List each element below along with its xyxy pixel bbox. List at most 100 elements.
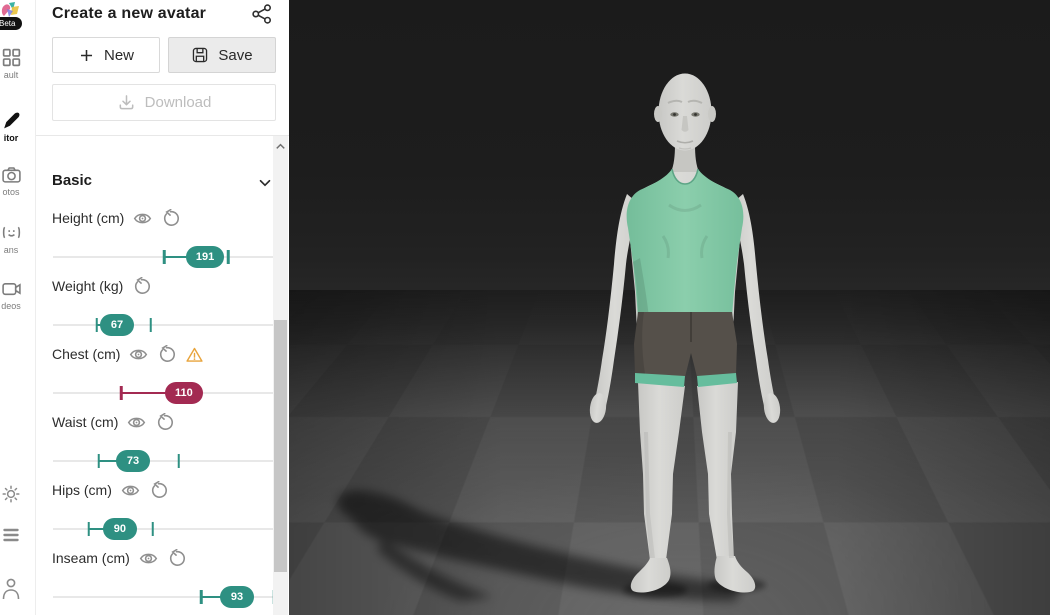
avatar-shadow	[337, 490, 766, 601]
slider-header-waist: Waist (cm)	[52, 412, 174, 432]
slider-track-height[interactable]: 191	[53, 246, 276, 268]
reset-icon-glyph	[135, 276, 151, 294]
reset-icon-glyph	[151, 480, 167, 498]
visibility-toggle-icon[interactable]	[121, 481, 140, 500]
account-button[interactable]	[0, 576, 35, 600]
avatar-creator-app: Beta ault itor otos ans deos Create a ne…	[0, 0, 1050, 615]
download-button-label: Download	[144, 94, 212, 111]
sidebar-item-scans[interactable]: ans	[0, 222, 35, 255]
eye-icon-glyph	[121, 485, 140, 495]
sidebar-item-photos[interactable]: otos	[0, 164, 35, 197]
reset-icon[interactable]	[155, 412, 174, 432]
slider-track-inseam[interactable]: 93	[53, 586, 276, 608]
camera-icon	[1, 167, 21, 183]
slider-value-pill[interactable]: 90	[102, 518, 137, 540]
warning-icon	[185, 345, 204, 364]
slider-rail	[53, 324, 276, 326]
share-icon	[252, 4, 272, 24]
reset-icon-glyph	[158, 412, 174, 430]
range-max-tick	[177, 454, 181, 468]
download-button[interactable]: Download	[52, 84, 276, 121]
download-icon	[119, 95, 134, 110]
sidebar-item-vault[interactable]: ault	[0, 47, 35, 80]
slider-rail	[53, 528, 276, 530]
slider-label: Hips (cm)	[52, 482, 112, 498]
avatar-model[interactable]	[289, 0, 1050, 615]
slider-header-chest: Chest (cm)	[52, 344, 204, 364]
page-title: Create a new avatar	[52, 5, 207, 22]
3d-viewport[interactable]	[289, 0, 1050, 615]
scrollbar-thumb[interactable]	[274, 320, 287, 572]
share-button[interactable]	[251, 3, 273, 25]
eye-icon-glyph	[128, 417, 146, 427]
chevron-down-icon	[259, 179, 271, 187]
sidebar-item-label: ans	[3, 245, 19, 255]
save-icon	[193, 47, 208, 63]
reset-icon-glyph	[160, 344, 176, 362]
visibility-toggle-icon[interactable]	[133, 209, 152, 228]
sidebar-item-label: itor	[3, 133, 19, 143]
list-icon	[3, 528, 19, 542]
range-max-tick	[151, 522, 155, 536]
sidebar-item-editor[interactable]: itor	[0, 110, 35, 143]
editor-panel: Create a new avatar New Save Download Ba…	[36, 0, 289, 615]
slider-track-waist[interactable]: 73	[53, 450, 276, 472]
slider-track-hips[interactable]: 90	[53, 518, 276, 540]
save-button[interactable]: Save	[168, 37, 276, 73]
beta-badge: Beta	[0, 17, 23, 30]
slider-value-pill[interactable]: 73	[116, 450, 151, 472]
range-max-tick	[226, 250, 230, 264]
eye-icon-glyph	[130, 349, 148, 359]
slider-label: Weight (kg)	[52, 278, 124, 294]
save-button-label: Save	[218, 46, 253, 64]
person-icon	[2, 578, 20, 600]
grid-icon	[2, 48, 20, 67]
slider-header-hips: Hips (cm)	[52, 480, 168, 500]
slider-label: Height (cm)	[52, 210, 125, 226]
slider-label: Chest (cm)	[52, 346, 121, 362]
section-title-basic: Basic	[52, 172, 93, 189]
collapse-section-button[interactable]	[256, 174, 274, 192]
scrollbar-up-arrow[interactable]	[273, 139, 288, 154]
slider-track-weight[interactable]: 67	[53, 314, 276, 336]
reset-icon[interactable]	[167, 548, 186, 568]
slider-value-pill[interactable]: 93	[219, 586, 254, 608]
slider-header-weight: Weight (kg)	[52, 276, 151, 296]
reset-icon[interactable]	[132, 276, 151, 296]
slider-track-chest[interactable]: 110	[53, 382, 276, 404]
sidebar-item-videos[interactable]: deos	[0, 278, 35, 311]
reset-icon[interactable]	[161, 208, 180, 228]
eye-icon-glyph	[139, 553, 158, 563]
slider-value-pill[interactable]: 191	[186, 246, 225, 268]
sidebar-item-label: otos	[2, 187, 20, 197]
header-divider	[36, 135, 289, 136]
new-button[interactable]: New	[52, 37, 160, 73]
slider-label: Inseam (cm)	[52, 550, 130, 566]
sun-icon	[2, 485, 20, 503]
menu-list-button[interactable]	[0, 524, 35, 544]
range-max-tick	[149, 318, 153, 332]
slider-header-height: Height (cm)	[52, 208, 180, 228]
sidebar-item-label: deos	[1, 301, 21, 311]
warning-icon-glyph	[186, 347, 204, 362]
video-camera-icon	[1, 282, 21, 296]
brightness-toggle[interactable]	[0, 484, 35, 504]
chevron-up-icon	[276, 143, 285, 149]
reset-icon[interactable]	[149, 480, 168, 500]
slider-value-pill[interactable]: 110	[164, 382, 203, 404]
visibility-toggle-icon[interactable]	[139, 549, 158, 568]
reset-icon[interactable]	[157, 344, 176, 364]
sidebar: Beta ault itor otos ans deos	[0, 0, 36, 615]
slider-header-inseam: Inseam (cm)	[52, 548, 186, 568]
sidebar-item-label: ault	[3, 70, 19, 80]
pencil-icon	[3, 112, 19, 129]
panel-scrollbar[interactable]	[273, 136, 288, 615]
slider-rail	[53, 460, 276, 462]
avatar-head	[658, 73, 712, 151]
visibility-toggle-icon[interactable]	[127, 413, 146, 432]
eye-icon-glyph	[134, 213, 152, 223]
avatar-shorts	[634, 312, 737, 377]
visibility-toggle-icon[interactable]	[129, 345, 148, 364]
slider-value-pill[interactable]: 67	[100, 314, 134, 336]
avatar-right-leg	[697, 382, 738, 560]
